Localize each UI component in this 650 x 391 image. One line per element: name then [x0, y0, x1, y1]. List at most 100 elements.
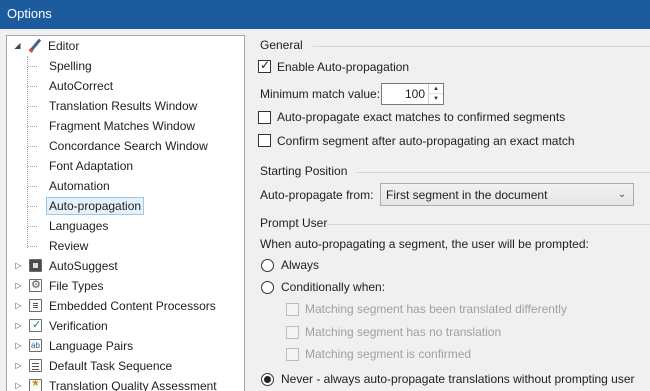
tree-item-concordance-search-window[interactable]: Concordance Search Window — [47, 137, 210, 155]
task-sequence-icon — [29, 359, 42, 372]
tree-item-translation-results-window[interactable]: Translation Results Window — [47, 97, 199, 115]
collapse-icon[interactable]: ◢ — [13, 41, 22, 50]
tree-item-auto-propagation[interactable]: Auto-propagation — [46, 197, 145, 215]
tree-connector — [28, 166, 37, 167]
autosuggest-icon — [29, 259, 42, 272]
tree-item-font-adaptation[interactable]: Font Adaptation — [47, 157, 135, 175]
tree-item-label: Translation Results Window — [49, 99, 198, 113]
expand-icon[interactable]: ▷ — [14, 381, 23, 390]
verification-icon — [29, 318, 42, 332]
prompt-description: When auto-propagating a segment, the use… — [260, 237, 589, 251]
tree-item-autosuggest[interactable]: AutoSuggest — [47, 257, 120, 275]
tree-connector — [28, 126, 37, 127]
tree-connector — [28, 146, 37, 147]
tqa-icon — [29, 378, 42, 391]
enable-auto-propagation-checkbox[interactable] — [258, 58, 271, 73]
auto-propagate-from-select[interactable]: First segment in the document ⌄ — [380, 183, 634, 206]
tree-item-label: Editor — [48, 39, 80, 53]
no-translation-checkbox[interactable] — [286, 326, 299, 339]
file-types-icon — [29, 278, 42, 292]
starting-position-header: Starting Position — [260, 164, 348, 178]
translated-differently-label: Matching segment has been translated dif… — [305, 302, 567, 316]
options-tree[interactable]: ◢ Editor Spelling AutoCorrect Translatio… — [6, 35, 245, 391]
general-header: General — [260, 38, 303, 52]
confirm-segment-label: Confirm segment after auto-propagating a… — [277, 134, 575, 148]
tree-item-label: Spelling — [49, 59, 92, 73]
language-pairs-icon — [29, 339, 42, 352]
stepper-arrows: ▲ ▼ — [428, 84, 443, 104]
tree-item-label: Font Adaptation — [49, 159, 134, 173]
expand-icon[interactable]: ▷ — [14, 341, 23, 350]
tree-item-label: AutoCorrect — [49, 79, 114, 93]
pencil-icon — [29, 39, 42, 52]
increment-icon[interactable]: ▲ — [429, 84, 443, 94]
tree-connector — [28, 206, 37, 207]
confirm-segment-checkbox[interactable] — [258, 134, 271, 147]
chevron-down-icon: ⌄ — [617, 189, 627, 200]
tree-item-verification[interactable]: Verification — [47, 317, 110, 335]
expand-icon[interactable]: ▷ — [14, 321, 23, 330]
tree-item-label: Translation Quality Assessment — [49, 379, 217, 391]
tree-item-autocorrect[interactable]: AutoCorrect — [47, 77, 115, 95]
tree-item-review[interactable]: Review — [47, 237, 90, 255]
minimum-match-label: Minimum match value: — [260, 87, 381, 101]
conditionally-radio[interactable] — [261, 281, 274, 294]
tree-item-label: AutoSuggest — [49, 259, 118, 273]
group-divider — [313, 46, 650, 47]
tree-item-label: Languages — [49, 219, 109, 233]
tree-connector — [28, 186, 37, 187]
auto-propagate-from-label: Auto-propagate from: — [260, 188, 374, 202]
segment-confirmed-checkbox[interactable] — [286, 348, 299, 361]
tree-item-editor[interactable]: Editor — [46, 37, 81, 55]
tree-item-label: File Types — [49, 279, 104, 293]
embedded-content-icon — [29, 299, 42, 312]
expand-icon[interactable]: ▷ — [14, 361, 23, 370]
minimum-match-value[interactable]: 100 — [405, 86, 425, 102]
tree-item-label: Review — [49, 239, 89, 253]
tree-connector — [28, 66, 37, 67]
always-radio[interactable] — [261, 259, 274, 272]
translated-differently-checkbox[interactable] — [286, 303, 299, 316]
tree-item-label: Embedded Content Processors — [49, 299, 216, 313]
tree-item-label: Verification — [49, 319, 108, 333]
tree-item-file-types[interactable]: File Types — [47, 277, 105, 295]
tree-item-default-task-sequence[interactable]: Default Task Sequence — [47, 357, 174, 375]
tree-item-label: Auto-propagation — [46, 197, 145, 215]
exact-matches-confirmed-checkbox[interactable] — [258, 111, 271, 124]
tree-item-label: Automation — [49, 179, 110, 193]
segment-confirmed-label: Matching segment is confirmed — [305, 347, 472, 361]
tree-item-languages[interactable]: Languages — [47, 217, 110, 235]
tree-item-automation[interactable]: Automation — [47, 177, 112, 195]
tree-item-translation-quality-assessment[interactable]: Translation Quality Assessment — [47, 377, 219, 391]
tree-item-spelling[interactable]: Spelling — [47, 57, 94, 75]
always-label: Always — [281, 258, 320, 272]
tree-item-embedded-content-processors[interactable]: Embedded Content Processors — [47, 297, 218, 315]
prompt-user-header: Prompt User — [260, 216, 328, 230]
tree-item-label: Default Task Sequence — [49, 359, 173, 373]
never-radio[interactable] — [261, 373, 274, 386]
minimum-match-stepper[interactable]: 100 ▲ ▼ — [381, 83, 444, 105]
tree-item-language-pairs[interactable]: Language Pairs — [47, 337, 135, 355]
tree-item-label: Concordance Search Window — [49, 139, 208, 153]
no-translation-label: Matching segment has no translation — [305, 325, 502, 339]
group-divider — [357, 172, 650, 173]
decrement-icon[interactable]: ▼ — [429, 94, 443, 104]
never-label: Never - always auto-propagate translatio… — [281, 372, 635, 386]
title-bar: Options — [0, 0, 650, 29]
tree-connector — [28, 226, 37, 227]
tree-connector — [28, 86, 37, 87]
window-title: Options — [7, 6, 52, 21]
tree-connector-line — [27, 56, 28, 248]
exact-matches-confirmed-label: Auto-propagate exact matches to confirme… — [277, 110, 566, 124]
group-divider — [327, 224, 650, 225]
tree-connector — [28, 106, 37, 107]
tree-connector — [28, 246, 37, 247]
expand-icon[interactable]: ▷ — [14, 281, 23, 290]
expand-icon[interactable]: ▷ — [14, 301, 23, 310]
expand-icon[interactable]: ▷ — [14, 261, 23, 270]
tree-item-fragment-matches-window[interactable]: Fragment Matches Window — [47, 117, 197, 135]
conditionally-label: Conditionally when: — [281, 280, 386, 294]
enable-auto-propagation-label: Enable Auto-propagation — [277, 60, 410, 74]
tree-item-label: Language Pairs — [49, 339, 134, 353]
auto-propagation-panel: General Enable Auto-propagation Minimum … — [251, 35, 650, 391]
